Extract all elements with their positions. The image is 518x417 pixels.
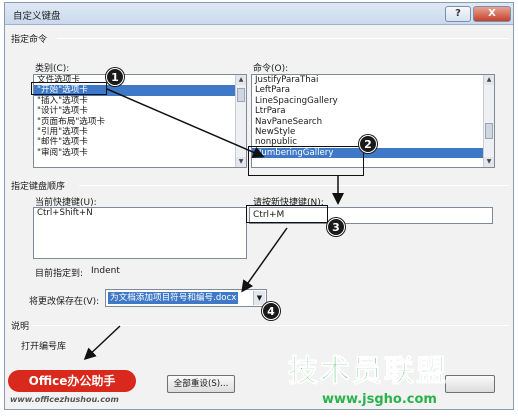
office-logo: Office办公助手	[8, 370, 136, 392]
site-url: www.jsgho.com	[322, 392, 437, 407]
site-logo: 技术员联盟	[288, 354, 448, 390]
callout-3: 3	[327, 218, 345, 236]
callout-2: 2	[359, 135, 377, 153]
office-url: www.officezhushou.com	[10, 395, 119, 404]
callout-4: 4	[262, 302, 280, 320]
callout-1: 1	[106, 68, 124, 86]
